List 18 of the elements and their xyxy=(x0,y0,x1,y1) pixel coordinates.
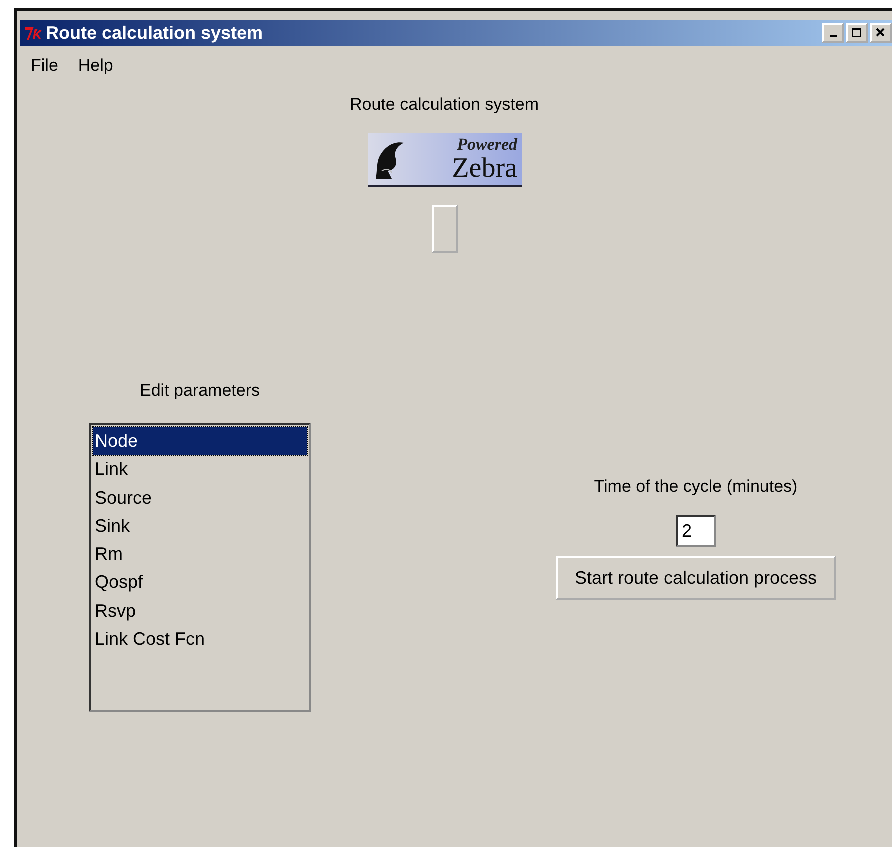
list-item[interactable]: Link Cost Fcn xyxy=(93,625,307,654)
window-title: Route calculation system xyxy=(46,22,264,44)
list-item[interactable]: Qospf xyxy=(93,568,307,597)
menu-item[interactable]: Help xyxy=(78,56,114,76)
list-item[interactable]: Link xyxy=(93,455,307,484)
heading: Route calculation system xyxy=(350,95,539,115)
list-item[interactable]: Rm xyxy=(93,540,307,568)
menu-item[interactable]: File xyxy=(31,56,58,76)
logo-text: Powered xyxy=(457,135,518,155)
cycle-field[interactable]: 2 xyxy=(676,515,716,547)
list-item[interactable]: Node xyxy=(93,427,307,456)
logo-text: Zebra xyxy=(452,155,518,183)
list-item[interactable]: Source xyxy=(93,484,307,512)
list-item[interactable]: Sink xyxy=(93,512,307,540)
list-item[interactable]: Rsvp xyxy=(93,596,307,626)
start-button[interactable]: Start route calculation process xyxy=(556,556,836,600)
cycle-label: Time of the cycle (minutes) xyxy=(594,477,798,497)
list-label: Edit parameters xyxy=(140,381,260,401)
